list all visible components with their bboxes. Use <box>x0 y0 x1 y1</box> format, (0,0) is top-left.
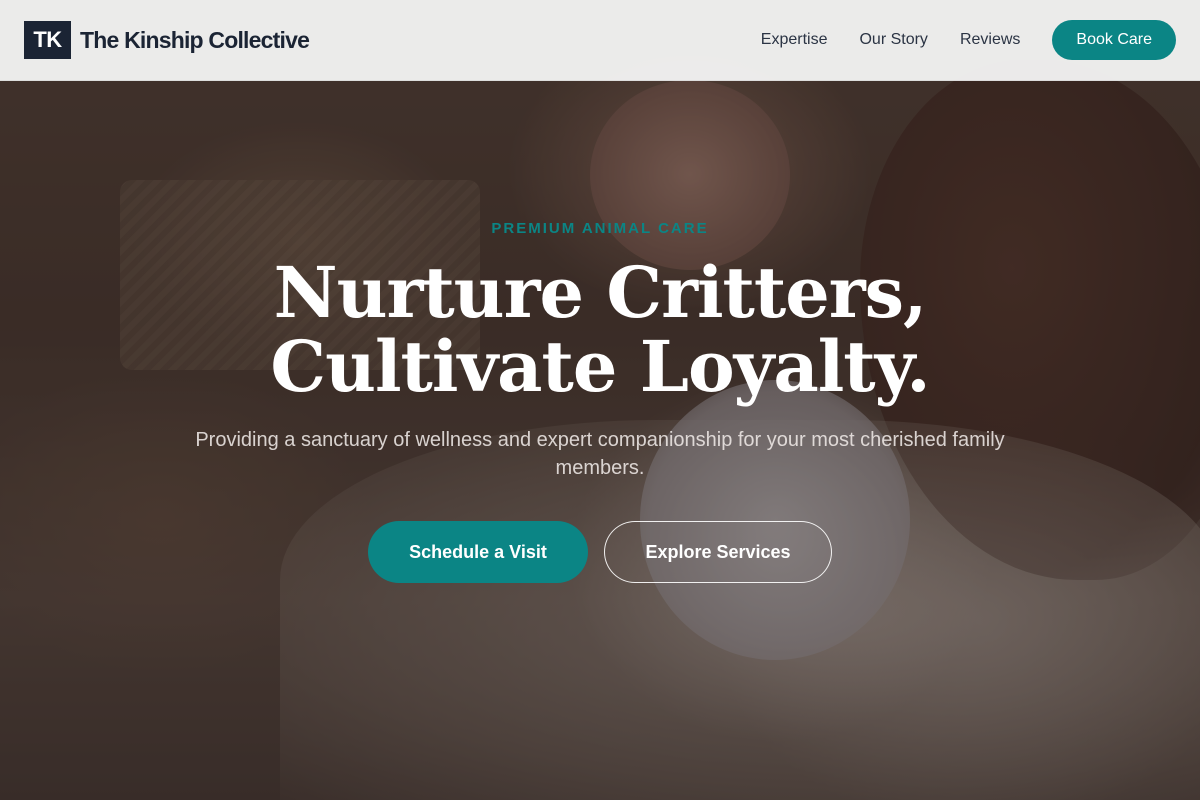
hero-subtitle: Providing a sanctuary of wellness and ex… <box>195 429 1005 479</box>
book-care-button[interactable]: Book Care <box>1052 20 1176 60</box>
nav-link-our-story[interactable]: Our Story <box>859 31 927 49</box>
hero-headline-line1: Nurture Critters, <box>273 251 928 334</box>
main-nav: Expertise Our Story Reviews Book Care <box>761 20 1176 60</box>
hero-eyebrow: PREMIUM ANIMAL CARE <box>491 220 709 237</box>
logo-mark: TK <box>24 21 71 59</box>
hero-headline-line2: Cultivate Loyalty. <box>270 325 930 408</box>
brand-logo[interactable]: TK The Kinship Collective <box>24 21 310 59</box>
explore-services-button[interactable]: Explore Services <box>604 521 832 583</box>
hero-headline: Nurture Critters, Cultivate Loyalty. <box>0 256 1200 404</box>
hero-cta-group: Schedule a Visit Explore Services <box>0 521 1200 583</box>
hero-section: PREMIUM ANIMAL CARE Nurture Critters, Cu… <box>0 0 1200 800</box>
nav-link-expertise[interactable]: Expertise <box>761 31 828 49</box>
brand-name: The Kinship Collective <box>80 26 310 53</box>
nav-link-reviews[interactable]: Reviews <box>960 31 1020 49</box>
site-header: TK The Kinship Collective Expertise Our … <box>0 0 1200 81</box>
schedule-visit-button[interactable]: Schedule a Visit <box>368 521 588 583</box>
